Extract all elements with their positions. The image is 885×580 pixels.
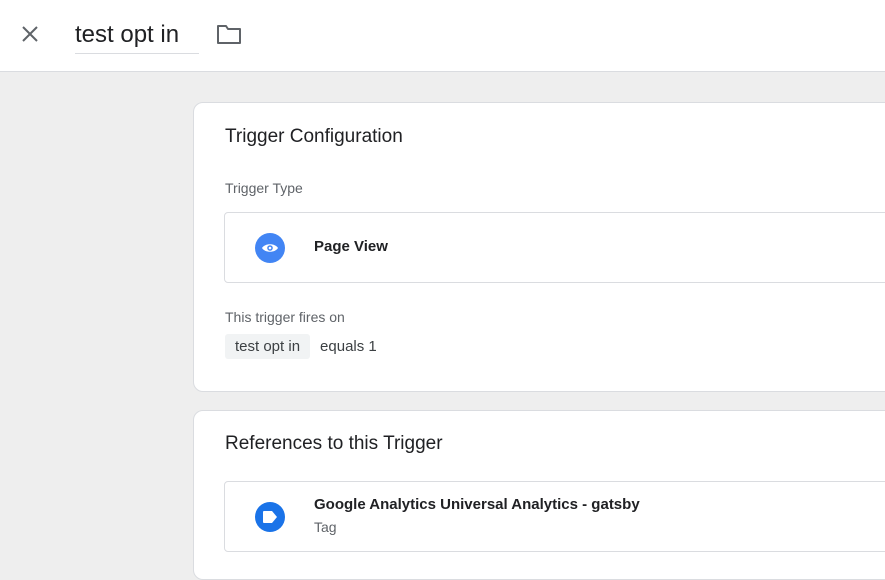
card-title: Trigger Configuration bbox=[225, 126, 403, 147]
fires-on-label: This trigger fires on bbox=[225, 309, 345, 325]
folder-button[interactable] bbox=[214, 20, 244, 48]
top-bar bbox=[0, 0, 885, 72]
trigger-type-selector[interactable]: Page View bbox=[224, 212, 885, 283]
trigger-type-name: Page View bbox=[314, 238, 388, 255]
trigger-name-input[interactable] bbox=[75, 16, 199, 54]
trigger-type-label: Trigger Type bbox=[225, 180, 303, 196]
folder-icon bbox=[217, 25, 241, 44]
condition-operator-value: equals 1 bbox=[320, 338, 377, 355]
close-button[interactable] bbox=[14, 18, 46, 50]
reference-name: Google Analytics Universal Analytics - g… bbox=[314, 496, 640, 513]
eye-icon bbox=[255, 233, 285, 263]
trigger-condition: test opt in equals 1 bbox=[225, 334, 377, 359]
condition-variable-chip: test opt in bbox=[225, 334, 311, 359]
references-card: References to this Trigger Google Analyt… bbox=[193, 410, 885, 580]
reference-type: Tag bbox=[314, 519, 337, 535]
close-icon bbox=[22, 26, 38, 42]
trigger-configuration-card: Trigger Configuration Trigger Type Page … bbox=[193, 102, 885, 392]
reference-item[interactable]: Google Analytics Universal Analytics - g… bbox=[224, 481, 885, 552]
tag-icon bbox=[255, 502, 285, 532]
card-title: References to this Trigger bbox=[225, 433, 443, 454]
